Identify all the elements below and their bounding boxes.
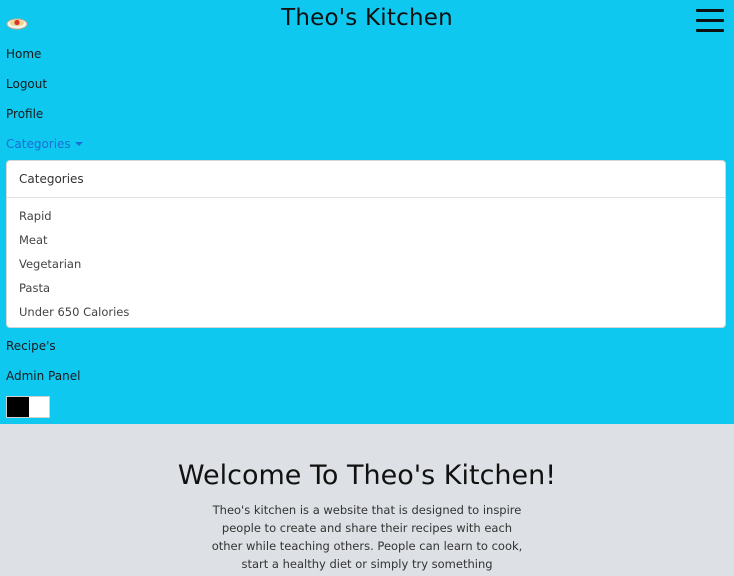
- brand-title[interactable]: Theo's Kitchen: [0, 5, 734, 31]
- dropdown-header: Categories: [19, 172, 84, 186]
- dropdown-item-meat[interactable]: Meat: [19, 233, 48, 247]
- dropdown-item-vegetarian[interactable]: Vegetarian: [19, 257, 81, 271]
- dropdown-item-rapid[interactable]: Rapid: [19, 209, 52, 223]
- welcome-title: Welcome To Theo's Kitchen!: [177, 460, 557, 491]
- theme-toggle[interactable]: [6, 396, 50, 418]
- dropdown-item-under-650[interactable]: Under 650 Calories: [19, 305, 129, 319]
- welcome-paragraph: Theo's kitchen is a website that is desi…: [211, 503, 523, 571]
- dropdown-divider: [7, 197, 725, 198]
- nav-categories-label: Categories: [6, 137, 71, 151]
- light-mode-swatch: [29, 397, 49, 417]
- categories-dropdown-menu: Categories Rapid Meat Vegetarian Pasta U…: [6, 160, 726, 328]
- dropdown-item-pasta[interactable]: Pasta: [19, 281, 50, 295]
- nav-home[interactable]: Home: [6, 47, 41, 61]
- nav-categories-dropdown[interactable]: Categories: [6, 137, 83, 151]
- dark-mode-swatch: [7, 397, 29, 417]
- nav-admin-panel[interactable]: Admin Panel: [6, 369, 80, 383]
- main-section: Welcome To Theo's Kitchen! Theo's kitche…: [0, 424, 734, 576]
- navbar: Theo's Kitchen Home Logout Profile Categ…: [0, 0, 734, 424]
- nav-logout[interactable]: Logout: [6, 77, 47, 91]
- nav-recipes[interactable]: Recipe's: [6, 339, 56, 353]
- menu-toggle-icon[interactable]: [696, 9, 724, 33]
- caret-down-icon: [74, 142, 83, 146]
- nav-profile[interactable]: Profile: [6, 107, 43, 121]
